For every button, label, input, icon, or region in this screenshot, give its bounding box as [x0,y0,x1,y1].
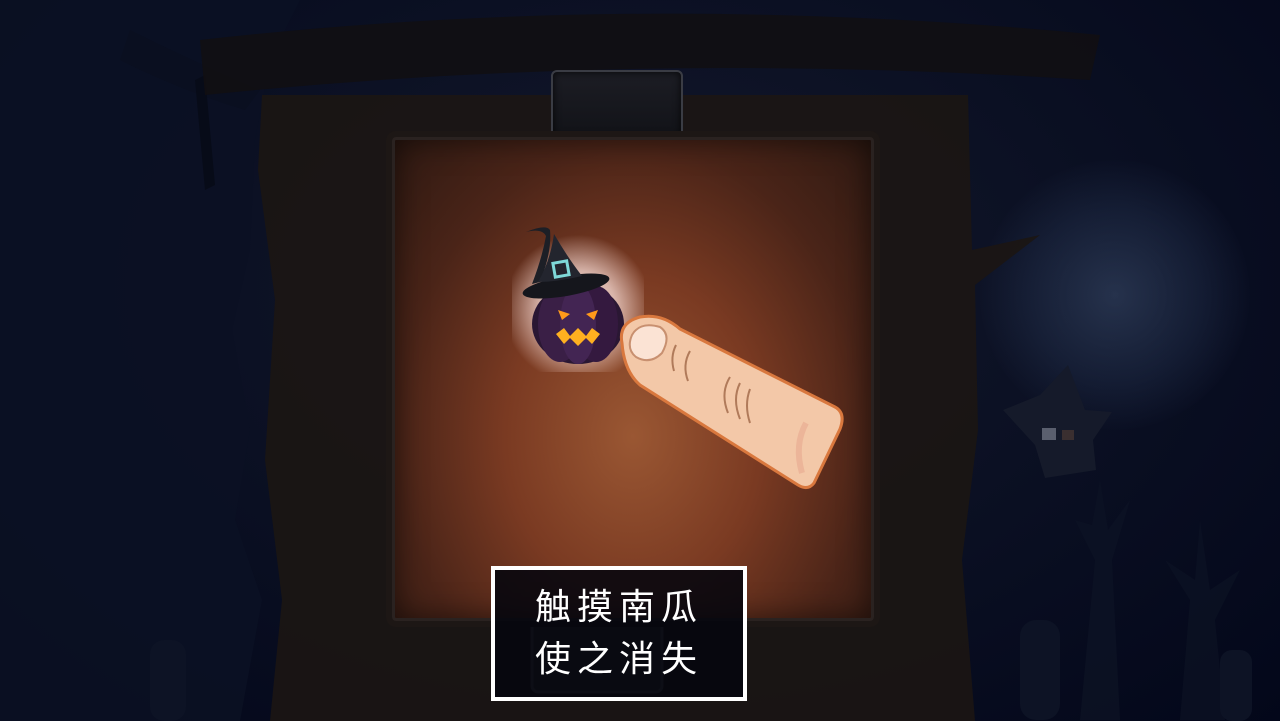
instruction-line-1: 触摸南瓜 [534,586,703,628]
gravestone [1020,620,1060,720]
tutorial-instruction-box: 触摸南瓜 使之消失 [491,566,747,701]
finger-pointer-icon [610,305,850,495]
finger-graphic [619,314,844,490]
dead-tree [1075,480,1130,720]
instruction-line-2: 使之消失 [534,638,703,680]
gravestone-3 [150,640,186,721]
left-tree [0,0,300,721]
haunted-house [1003,365,1112,478]
game-stage: 触摸南瓜 使之消失 [0,0,1280,721]
gravestone-2 [1220,650,1252,721]
title-plaque [551,70,683,138]
